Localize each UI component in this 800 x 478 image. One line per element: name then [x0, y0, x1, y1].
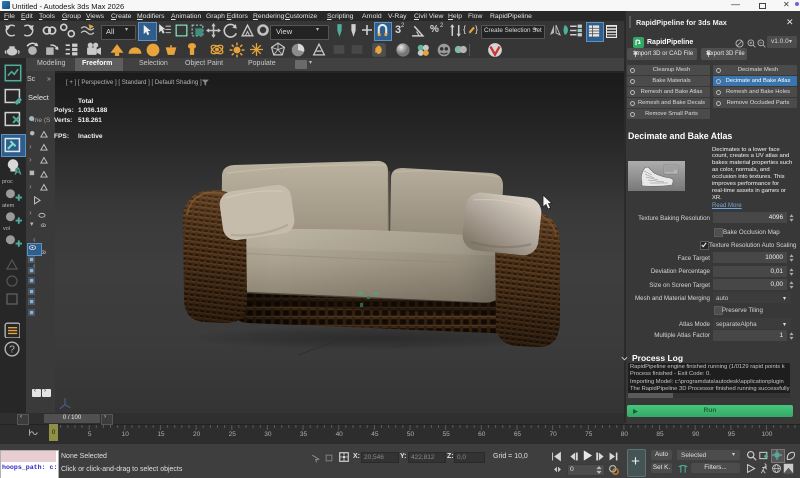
svg-text:?: ?: [9, 344, 15, 355]
svg-text:A: A: [14, 167, 22, 176]
